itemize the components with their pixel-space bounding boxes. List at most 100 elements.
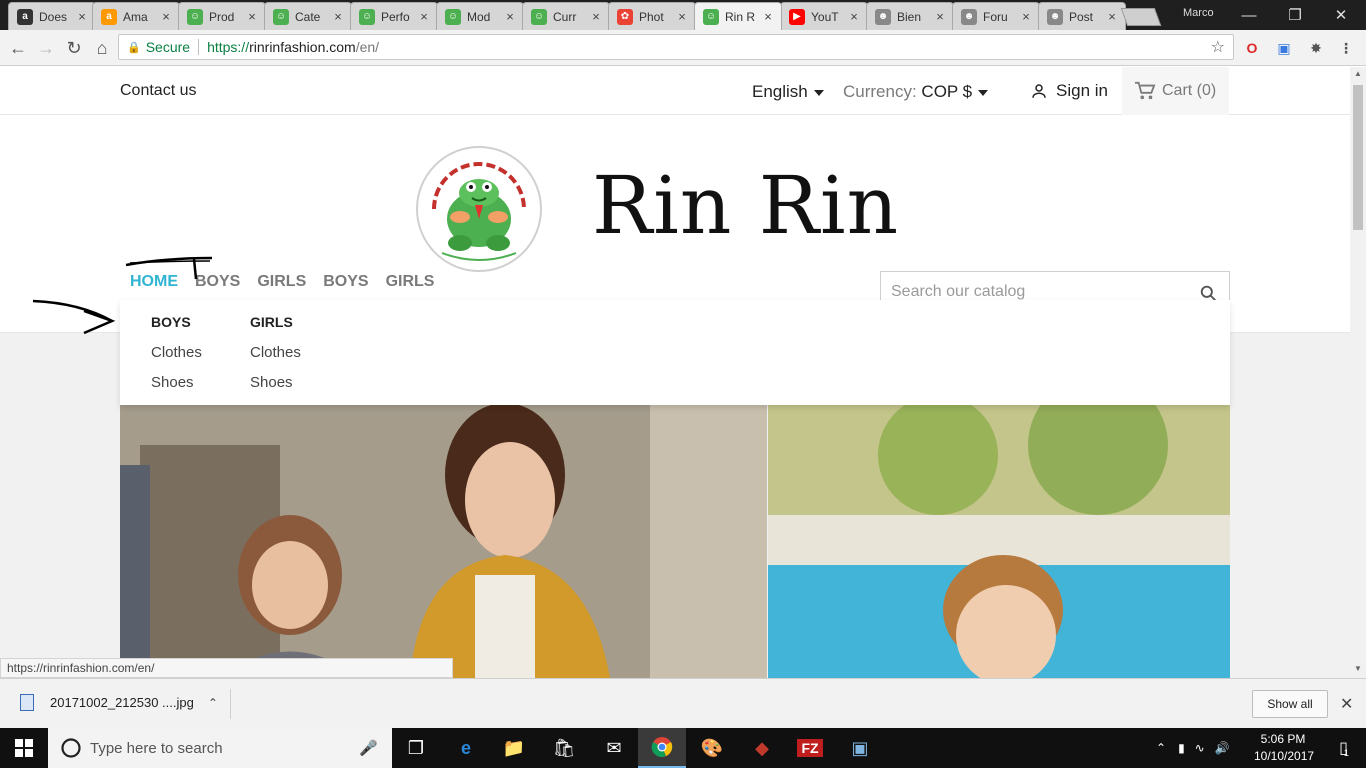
dropdown-item-girls-clothes[interactable]: Clothes [250, 344, 301, 361]
home-icon[interactable]: ⌂ [90, 36, 114, 60]
browser-tab[interactable]: ☻ Foru × [952, 2, 1040, 30]
bookmark-star-icon[interactable]: ☆ [1211, 37, 1225, 57]
back-icon[interactable]: ← [6, 36, 30, 60]
browser-tab[interactable]: a Ama × [92, 2, 180, 30]
tab-close-icon[interactable]: × [761, 9, 775, 24]
page-scrollbar[interactable]: ▲ ▼ [1350, 67, 1366, 678]
clock-date: 10/10/2017 [1254, 749, 1315, 763]
profile-name[interactable]: Marco [1183, 7, 1214, 19]
address-bar[interactable]: 🔒 Secure https://rinrinfashion.com/en/ ☆ [118, 34, 1234, 60]
browser-tab[interactable]: ☻ Post × [1038, 2, 1126, 30]
new-tab-button[interactable] [1120, 8, 1162, 26]
tab-close-icon[interactable]: × [75, 9, 89, 24]
tab-close-icon[interactable]: × [1105, 9, 1119, 24]
image-viewer-icon[interactable]: ▣ [836, 728, 884, 768]
menu-item-home[interactable]: HOME [130, 273, 178, 291]
browser-tab[interactable]: ▶ YouT × [780, 2, 868, 30]
browser-tab[interactable]: ☺ Perfo × [350, 2, 438, 30]
close-downloads-icon[interactable]: ✕ [1340, 694, 1353, 714]
dropdown-item-boys-clothes[interactable]: Clothes [151, 344, 202, 361]
file-explorer-icon[interactable]: 📁 [490, 728, 538, 768]
tab-close-icon[interactable]: × [159, 9, 173, 24]
minimize-icon[interactable]: — [1226, 0, 1272, 30]
chevron-down-icon [978, 89, 989, 96]
menu-item-girls[interactable]: GIRLS [386, 273, 435, 291]
paint-icon[interactable]: 🎨 [688, 728, 736, 768]
menu-icon[interactable]: ⋮ [1336, 38, 1356, 58]
forward-icon[interactable]: → [34, 36, 58, 60]
extension-icon[interactable]: ✸ [1306, 38, 1326, 58]
tab-title: Perfo [381, 9, 410, 24]
dropdown-heading-boys[interactable]: BOYS [151, 314, 202, 330]
volume-icon[interactable]: 🔊 [1215, 741, 1230, 755]
browser-tab[interactable]: ☺ Rin R × [694, 2, 782, 30]
dropdown-item-girls-shoes[interactable]: Shoes [250, 374, 301, 391]
window-close-icon[interactable]: ✕ [1318, 0, 1364, 30]
lock-icon: 🔒 [127, 41, 141, 54]
language-selector[interactable]: English [752, 82, 824, 102]
start-button[interactable] [0, 728, 48, 768]
restore-icon[interactable]: ❐ [1272, 0, 1318, 30]
taskbar-search-input[interactable]: Type here to search [90, 740, 223, 757]
scroll-up-icon[interactable]: ▲ [1353, 69, 1363, 78]
menu-item-boys[interactable]: BOYS [195, 273, 240, 291]
tab-close-icon[interactable]: × [675, 9, 689, 24]
translate-extension-icon[interactable]: ▣ [1274, 38, 1294, 58]
sign-in-link[interactable]: Sign in [1030, 81, 1108, 101]
prestashop-icon: ☻ [875, 8, 891, 25]
tab-title: Prod [209, 9, 235, 24]
tab-close-icon[interactable]: × [503, 9, 517, 24]
menu-item-boys[interactable]: BOYS [323, 273, 368, 291]
tab-close-icon[interactable]: × [933, 9, 947, 24]
edge-icon[interactable]: e [442, 728, 490, 768]
taskbar-clock[interactable]: 5:06 PM 10/10/2017 [1254, 731, 1315, 765]
tab-close-icon[interactable]: × [589, 9, 603, 24]
battery-icon[interactable]: ▮ [1178, 741, 1185, 755]
chevron-up-icon[interactable]: ⌃ [208, 696, 218, 710]
banner-image-boys[interactable] [768, 405, 1230, 678]
tab-close-icon[interactable]: × [1019, 9, 1033, 24]
tray-overflow-icon[interactable]: ⌃ [1156, 741, 1166, 755]
microphone-icon[interactable]: 🎤 [359, 739, 378, 757]
show-all-button[interactable]: Show all [1252, 690, 1328, 718]
reload-icon[interactable]: ↻ [62, 36, 86, 60]
notification-count: 1 [1343, 748, 1349, 758]
browser-tab[interactable]: ☺ Mod × [436, 2, 524, 30]
tab-close-icon[interactable]: × [331, 9, 345, 24]
scroll-thumb[interactable] [1353, 85, 1363, 230]
filezilla-icon[interactable]: FZ [786, 728, 834, 768]
action-center-icon[interactable]: ▯ 1 [1322, 728, 1366, 768]
download-item[interactable]: 20171002_212530 ....jpg ⌃ [20, 694, 218, 711]
contact-us-link[interactable]: Contact us [120, 82, 196, 100]
rin-rin-frog-logo[interactable] [412, 145, 546, 273]
dota-icon[interactable]: ◆ [738, 728, 786, 768]
banner-image-girls[interactable] [120, 405, 767, 678]
store-icon[interactable]: 🛍 [540, 728, 588, 768]
dropdown-item-boys-shoes[interactable]: Shoes [151, 374, 202, 391]
dropdown-heading-girls[interactable]: GIRLS [250, 314, 301, 330]
browser-tab[interactable]: ✿ Phot × [608, 2, 696, 30]
currency-selector[interactable]: Currency: COP $ [843, 82, 989, 102]
system-tray: ⌃ ▮ ∿ 🔊 [1156, 728, 1230, 768]
cart-button[interactable]: Cart (0) [1122, 67, 1229, 115]
taskbar-search[interactable]: Type here to search 🎤 [48, 728, 392, 768]
browser-tab[interactable]: a Does × [8, 2, 96, 30]
chrome-icon[interactable] [638, 728, 686, 768]
tab-close-icon[interactable]: × [847, 9, 861, 24]
brand-name: Rin Rin [592, 159, 900, 252]
menu-item-girls[interactable]: GIRLS [257, 273, 306, 291]
browser-tab[interactable]: ☺ Cate × [264, 2, 352, 30]
frog-icon: ☺ [273, 8, 289, 25]
task-view-icon[interactable]: ❐ [392, 728, 440, 768]
opera-extension-icon[interactable]: O [1242, 38, 1262, 58]
wifi-icon[interactable]: ∿ [1195, 741, 1205, 755]
search-input[interactable]: Search our catalog [891, 283, 1025, 301]
browser-tab[interactable]: ☺ Prod × [178, 2, 266, 30]
tab-title: Ama [123, 9, 148, 24]
mail-icon[interactable]: ✉ [590, 728, 638, 768]
browser-tab[interactable]: ☻ Bien × [866, 2, 954, 30]
browser-tab[interactable]: ☺ Curr × [522, 2, 610, 30]
scroll-down-icon[interactable]: ▼ [1353, 664, 1363, 673]
tab-close-icon[interactable]: × [245, 9, 259, 24]
tab-close-icon[interactable]: × [417, 9, 431, 24]
